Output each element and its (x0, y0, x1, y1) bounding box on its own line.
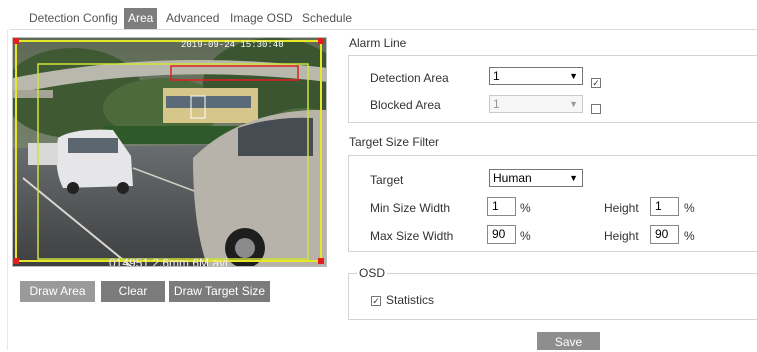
video-preview[interactable]: 2019-09-24 15:30:40 014951 2.6mm 6M avi (12, 37, 327, 267)
save-button[interactable]: Save (537, 332, 600, 350)
min-height-input[interactable]: 1 (650, 197, 679, 216)
page-left-divider (7, 30, 8, 350)
statistics-checkbox[interactable]: ✓ (371, 296, 381, 306)
tab-bar: Detection Config Area Advanced Image OSD… (10, 8, 757, 30)
video-frame (13, 38, 326, 266)
tab-area[interactable]: Area (124, 8, 158, 29)
blocked-area-value: 1 (493, 97, 500, 111)
draw-target-size-button[interactable]: Draw Target Size (169, 281, 270, 302)
chevron-down-icon: ▼ (569, 173, 578, 183)
min-width-unit: % (520, 201, 531, 215)
detection-area-checkbox[interactable]: ✓ (591, 78, 601, 88)
detection-area-value: 1 (493, 69, 500, 83)
max-width-unit: % (520, 229, 531, 243)
video-filename-overlay: 014951 2.6mm 6M avi (109, 256, 228, 267)
target-select[interactable]: Human ▼ (489, 169, 583, 187)
alarm-line-title: Alarm Line (349, 36, 407, 50)
draw-area-button[interactable]: Draw Area (20, 281, 95, 302)
video-osd-time: 2019-09-24 15:30:40 (181, 40, 284, 50)
statistics-label: Statistics (386, 293, 435, 307)
target-value: Human (493, 171, 532, 185)
min-size-width-label: Min Size Width (370, 201, 451, 215)
tab-advanced[interactable]: Advanced (166, 8, 219, 29)
osd-legend: OSD (357, 266, 388, 280)
detection-area-label: Detection Area (370, 71, 449, 85)
min-size-width-input[interactable]: 1 (487, 197, 516, 216)
tab-detection-config[interactable]: Detection Config (29, 8, 118, 29)
target-size-filter-title: Target Size Filter (349, 135, 440, 149)
max-height-input[interactable]: 90 (650, 225, 679, 244)
max-size-width-input[interactable]: 90 (487, 225, 516, 244)
tab-image-osd[interactable]: Image OSD (230, 8, 293, 29)
detection-area-select[interactable]: 1 ▼ (489, 67, 583, 85)
max-height-unit: % (684, 229, 695, 243)
min-height-unit: % (684, 201, 695, 215)
tab-schedule[interactable]: Schedule (302, 8, 352, 29)
blocked-area-label: Blocked Area (370, 98, 441, 112)
min-height-label: Height (604, 201, 639, 215)
blocked-area-checkbox[interactable] (591, 104, 601, 114)
clear-button[interactable]: Clear (101, 281, 165, 302)
max-size-width-label: Max Size Width (370, 229, 454, 243)
target-label: Target (370, 173, 404, 187)
blocked-area-select[interactable]: 1 ▼ (489, 95, 583, 113)
max-height-label: Height (604, 229, 639, 243)
chevron-down-icon: ▼ (569, 71, 578, 81)
chevron-down-icon: ▼ (569, 99, 578, 109)
